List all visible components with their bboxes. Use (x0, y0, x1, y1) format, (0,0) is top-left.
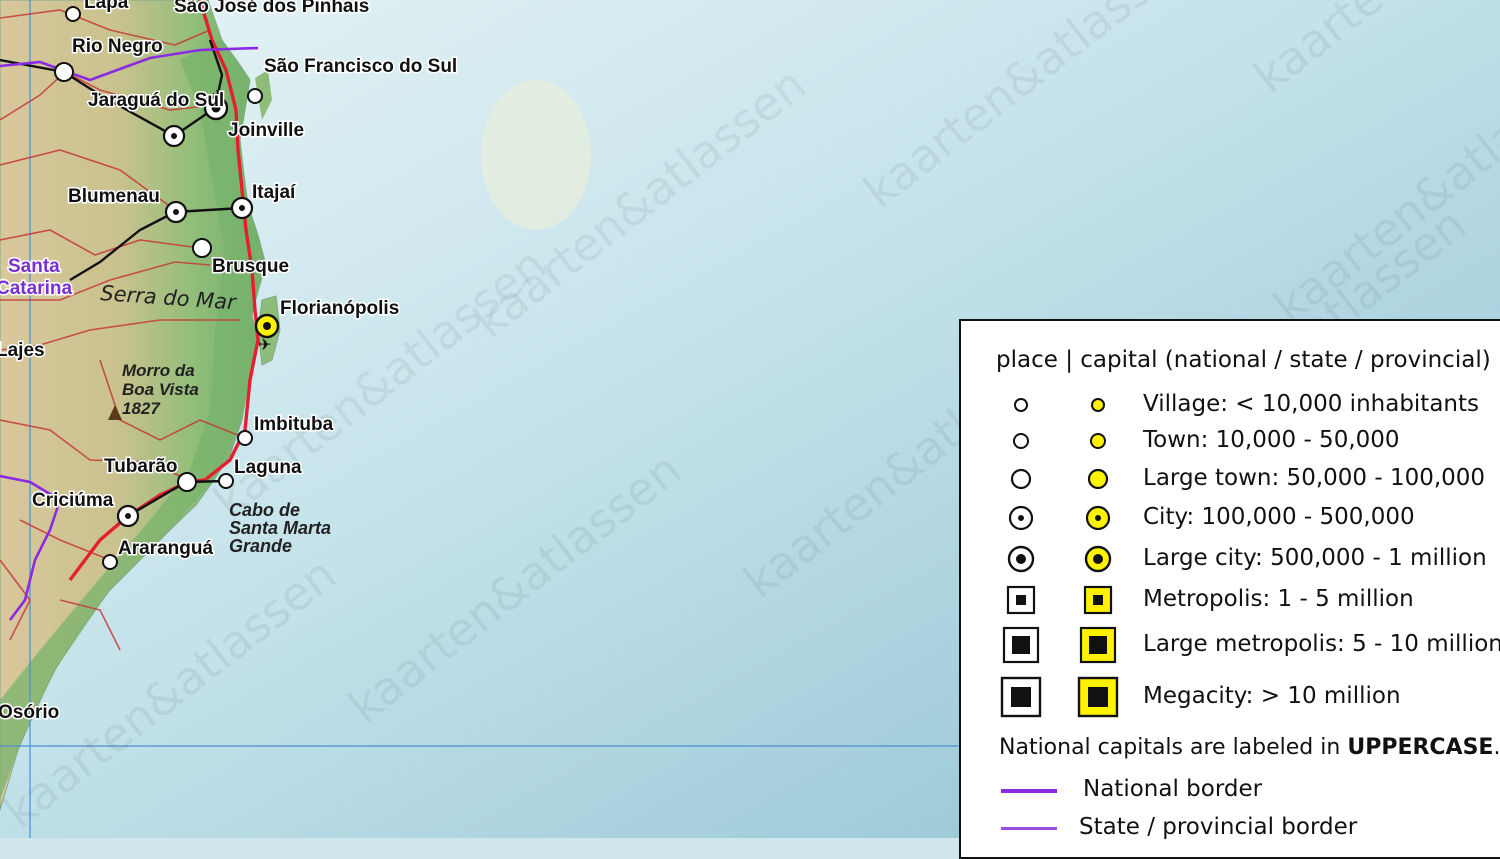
legend-label-large-metropolis: Large metropolis: 5 - 10 million (1143, 631, 1500, 657)
label-laguna: Laguna (234, 457, 302, 478)
metropolis-capital-symbol-icon (1083, 585, 1113, 615)
large-metropolis-capital-symbol-icon (1079, 626, 1117, 664)
label-osorio: Osório (0, 702, 59, 723)
legend-row-megacity: Megacity: > 10 million (961, 675, 1500, 719)
legend-label-large-town: Large town: 50,000 - 100,000 (1143, 465, 1486, 491)
legend-label-metropolis: Metropolis: 1 - 5 million (1143, 586, 1414, 612)
label-tubarao: Tubarão (104, 456, 178, 477)
large-town-symbol-icon (1010, 468, 1032, 490)
label-imbituba: Imbituba (254, 414, 334, 435)
legend-label-national-border: National border (1083, 776, 1263, 802)
label-criciuma: Criciúma (32, 490, 114, 511)
legend-note-prefix: National capitals are labeled in (999, 735, 1348, 760)
legend-title: place | capital (national / state / prov… (996, 347, 1491, 373)
place-dot-florianopolis[interactable] (254, 313, 280, 339)
legend-row-large-town: Large town: 50,000 - 100,000 (961, 459, 1500, 499)
legend-label-state-border: State / provincial border (1079, 814, 1358, 840)
megacity-symbol-icon (1000, 676, 1042, 718)
megacity-capital-symbol-icon (1077, 676, 1119, 718)
label-sao-jose-dos-pinhais: São José dos Pinhais (174, 0, 369, 17)
legend-note-bold: UPPERCASE (1347, 735, 1494, 760)
map-legend: place | capital (national / state / prov… (959, 319, 1500, 859)
state-label-line2: Catarina (0, 278, 72, 299)
label-sao-francisco-do-sul: São Francisco do Sul (264, 56, 457, 77)
legend-row-metropolis: Metropolis: 1 - 5 million (961, 580, 1500, 620)
village-capital-symbol-icon (1091, 398, 1105, 412)
label-florianopolis: Florianópolis (280, 298, 399, 319)
cape-label-line2: Santa Marta (229, 518, 331, 538)
large-town-capital-symbol-icon (1087, 468, 1109, 490)
peak-label-line1: Morro da (122, 361, 195, 380)
place-dot-tubarao[interactable] (177, 472, 197, 492)
label-joinville: Joinville (228, 120, 304, 141)
legend-note-suffix: . (1493, 735, 1500, 760)
city-capital-symbol-icon (1085, 505, 1111, 531)
label-lajes: Lajes (0, 340, 45, 361)
legend-row-town: Town: 10,000 - 50,000 (961, 421, 1500, 461)
village-symbol-icon (1014, 398, 1028, 412)
cape-label-line1: Cabo de (229, 500, 300, 520)
cape-label-line3: Grande (229, 536, 292, 556)
national-border-line-icon (1001, 789, 1057, 793)
legend-row-city: City: 100,000 - 500,000 (961, 498, 1500, 538)
place-dot-blumenau[interactable] (164, 200, 188, 224)
place-dot-lapa[interactable] (65, 6, 81, 22)
legend-row-state-border: State / provincial border (961, 812, 1500, 846)
label-blumenau: Blumenau (68, 186, 160, 207)
label-jaragua-do-sul: Jaraguá do Sul (88, 90, 224, 111)
seamount-shade (481, 80, 591, 230)
legend-label-large-city: Large city: 500,000 - 1 million (1143, 545, 1487, 571)
metropolis-symbol-icon (1006, 585, 1036, 615)
place-dot-sao-francisco-do-sul[interactable] (247, 88, 263, 104)
place-dot-ararangua[interactable] (102, 554, 118, 570)
peak-label-line2: Boa Vista (122, 380, 199, 399)
legend-capitals-note: National capitals are labeled in UPPERCA… (999, 735, 1500, 760)
place-dot-rio-negro[interactable] (54, 62, 74, 82)
place-dot-itajai[interactable] (230, 196, 254, 220)
large-city-symbol-icon (1007, 545, 1035, 573)
town-capital-symbol-icon (1090, 433, 1106, 449)
legend-label-town: Town: 10,000 - 50,000 (1143, 427, 1400, 453)
peak-elevation: 1827 (122, 399, 161, 418)
place-dot-laguna[interactable] (218, 473, 234, 489)
place-dot-jaragua-do-sul[interactable] (162, 124, 186, 148)
legend-row-large-metropolis: Large metropolis: 5 - 10 million (961, 625, 1500, 665)
place-dot-criciuma[interactable] (116, 504, 140, 528)
label-lapa: Lapa (84, 0, 129, 13)
legend-row-large-city: Large city: 500,000 - 1 million (961, 539, 1500, 579)
state-border-line-icon (1001, 827, 1057, 830)
label-itajai: Itajaí (252, 182, 296, 203)
legend-label-village: Village: < 10,000 inhabitants (1143, 391, 1479, 417)
label-brusque: Brusque (212, 256, 289, 277)
legend-row-national-border: National border (961, 774, 1500, 808)
large-metropolis-symbol-icon (1002, 626, 1040, 664)
airport-icon: ✈ (258, 335, 271, 354)
legend-label-city: City: 100,000 - 500,000 (1143, 504, 1415, 530)
label-sao-jose-dos-pinhais-text: São José dos Pinhais (174, 0, 369, 17)
legend-label-megacity: Megacity: > 10 million (1143, 683, 1401, 709)
state-label-line1: Santa (8, 256, 60, 277)
large-city-capital-symbol-icon (1084, 545, 1112, 573)
label-rio-negro: Rio Negro (72, 36, 163, 57)
place-dot-brusque[interactable] (192, 238, 212, 258)
town-symbol-icon (1013, 433, 1029, 449)
city-symbol-icon (1008, 505, 1034, 531)
place-dot-imbituba[interactable] (237, 430, 253, 446)
legend-row-village: Village: < 10,000 inhabitants (961, 385, 1500, 425)
label-ararangua: Araranguá (118, 538, 213, 559)
